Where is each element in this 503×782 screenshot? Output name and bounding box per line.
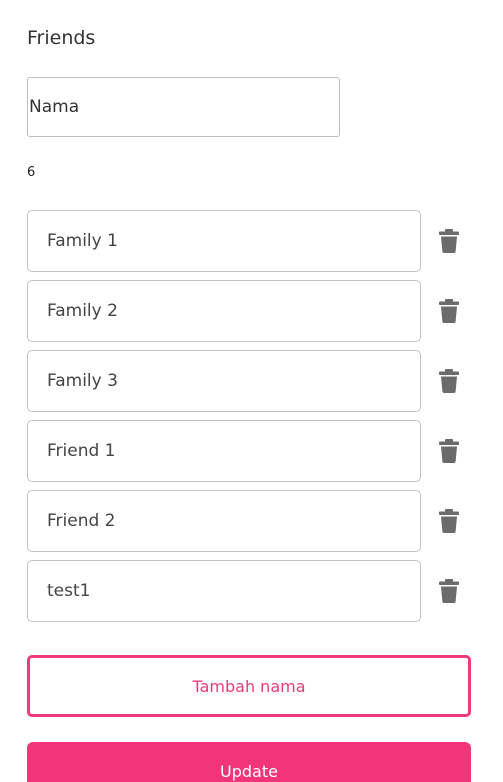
item-field[interactable] <box>27 210 421 272</box>
trash-icon <box>439 299 459 323</box>
add-name-button[interactable]: Tambah nama <box>27 655 471 717</box>
trash-icon <box>439 579 459 603</box>
trash-icon <box>439 509 459 533</box>
trash-icon <box>439 439 459 463</box>
page: Friends 6 <box>0 0 503 782</box>
delete-button[interactable] <box>436 227 462 255</box>
trash-icon <box>439 229 459 253</box>
list-item <box>27 490 477 552</box>
item-field[interactable] <box>27 350 421 412</box>
name-input[interactable] <box>27 77 340 137</box>
delete-button[interactable] <box>436 367 462 395</box>
delete-button[interactable] <box>436 577 462 605</box>
list-item <box>27 420 477 482</box>
item-field[interactable] <box>27 420 421 482</box>
page-title: Friends <box>27 27 96 49</box>
delete-button[interactable] <box>436 297 462 325</box>
item-count: 6 <box>27 165 36 180</box>
list-item <box>27 280 477 342</box>
delete-button[interactable] <box>436 507 462 535</box>
list-item <box>27 350 477 412</box>
item-field[interactable] <box>27 490 421 552</box>
item-list <box>27 210 477 630</box>
item-field[interactable] <box>27 560 421 622</box>
trash-icon <box>439 369 459 393</box>
list-item <box>27 560 477 622</box>
delete-button[interactable] <box>436 437 462 465</box>
list-item <box>27 210 477 272</box>
update-button[interactable]: Update <box>27 742 471 782</box>
item-field[interactable] <box>27 280 421 342</box>
